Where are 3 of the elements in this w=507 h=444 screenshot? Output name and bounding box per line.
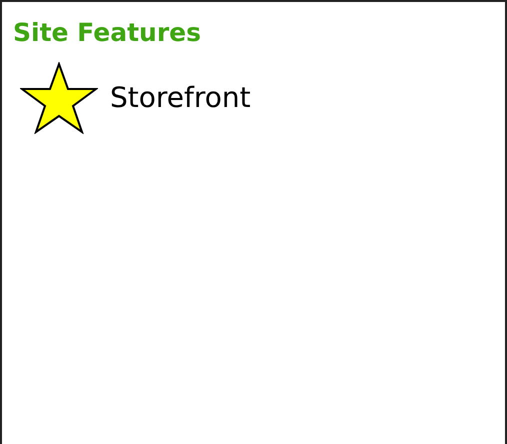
- star-icon: [20, 62, 98, 134]
- section-title: Site Features: [13, 17, 202, 49]
- feature-label: Storefront: [110, 80, 251, 116]
